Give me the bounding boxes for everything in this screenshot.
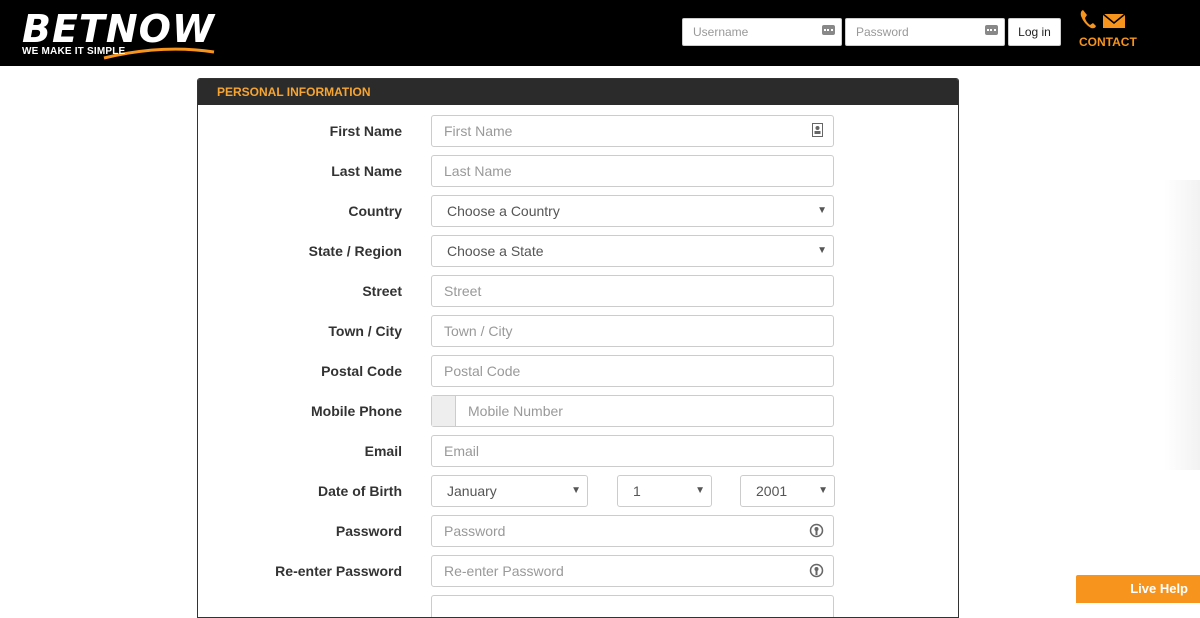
live-help-button[interactable]: Live Help	[1076, 575, 1200, 603]
first-name-row: First Name First Name	[198, 115, 958, 147]
email-label: Email	[364, 443, 402, 459]
password-row: Password Password	[198, 515, 958, 547]
contact-card-icon	[812, 123, 823, 137]
dob-month-value: January	[447, 483, 497, 499]
password-reveal-icon[interactable]	[809, 523, 824, 539]
town-label: Town / City	[328, 323, 402, 339]
first-name-input[interactable]: First Name	[431, 115, 834, 147]
dob-day-select[interactable]: 1 ▼	[617, 475, 712, 507]
dob-label: Date of Birth	[318, 483, 402, 499]
country-row: Country Choose a Country ▼	[198, 195, 958, 227]
first-name-placeholder: First Name	[444, 123, 513, 139]
personal-info-panel: PERSONAL INFORMATION First Name First Na…	[197, 78, 959, 618]
last-name-input[interactable]: Last Name	[431, 155, 834, 187]
dob-day-value: 1	[633, 483, 641, 499]
login-button[interactable]: Log in	[1008, 18, 1061, 46]
panel-title: PERSONAL INFORMATION	[198, 79, 958, 105]
mobile-label: Mobile Phone	[311, 403, 402, 419]
country-code-addon[interactable]	[432, 396, 456, 426]
contact-link[interactable]: CONTACT	[1076, 8, 1138, 52]
state-label: State / Region	[308, 243, 402, 259]
password-label: Password	[335, 523, 402, 539]
password-field[interactable]: Password	[431, 515, 834, 547]
email-placeholder: Email	[444, 443, 480, 459]
chevron-down-icon: ▼	[817, 245, 827, 256]
password-confirm-label: Re-enter Password	[275, 563, 402, 579]
postal-label: Postal Code	[321, 363, 402, 379]
chevron-down-icon: ▼	[818, 485, 828, 496]
email-row: Email Email	[198, 435, 958, 467]
postal-placeholder: Postal Code	[444, 363, 521, 379]
top-header: BETNOW WE MAKE IT SIMPLE Log in CONTACT	[0, 0, 1200, 66]
town-placeholder: Town / City	[444, 323, 513, 339]
last-name-placeholder: Last Name	[444, 163, 512, 179]
country-label: Country	[348, 203, 402, 219]
town-row: Town / City Town / City	[198, 315, 958, 347]
phone-mail-icon	[1080, 10, 1126, 29]
town-input[interactable]: Town / City	[431, 315, 834, 347]
last-name-row: Last Name Last Name	[198, 155, 958, 187]
dob-row: Date of Birth January ▼ 1 ▼ 2001 ▼	[198, 475, 958, 507]
mobile-input[interactable]: Mobile Number	[431, 395, 834, 427]
email-input[interactable]: Email	[431, 435, 834, 467]
postal-row: Postal Code Postal Code	[198, 355, 958, 387]
betnow-logo[interactable]: BETNOW WE MAKE IT SIMPLE	[22, 8, 222, 62]
next-row	[198, 595, 958, 617]
street-input[interactable]: Street	[431, 275, 834, 307]
street-row: Street Street	[198, 275, 958, 307]
state-select[interactable]: Choose a State ▼	[431, 235, 834, 267]
chevron-down-icon: ▼	[817, 205, 827, 216]
first-name-label: First Name	[329, 123, 402, 139]
country-value: Choose a Country	[447, 203, 560, 219]
dob-year-value: 2001	[756, 483, 788, 499]
password-placeholder: Password	[444, 523, 506, 539]
postal-code-input[interactable]: Postal Code	[431, 355, 834, 387]
state-value: Choose a State	[447, 243, 544, 259]
mobile-placeholder: Mobile Number	[468, 403, 563, 419]
street-label: Street	[362, 283, 402, 299]
password-confirm-placeholder: Re-enter Password	[444, 563, 564, 579]
state-row: State / Region Choose a State ▼	[198, 235, 958, 267]
username-input[interactable]	[682, 18, 842, 46]
page-edge-shadow	[1164, 180, 1200, 470]
dob-month-select[interactable]: January ▼	[431, 475, 588, 507]
street-placeholder: Street	[444, 283, 482, 299]
chevron-down-icon: ▼	[571, 485, 581, 496]
password-confirm-row: Re-enter Password Re-enter Password	[198, 555, 958, 587]
last-name-label: Last Name	[331, 163, 402, 179]
chevron-down-icon: ▼	[695, 485, 705, 496]
mobile-row: Mobile Phone Mobile Number	[198, 395, 958, 427]
contact-label: CONTACT	[1079, 35, 1137, 49]
country-select[interactable]: Choose a Country ▼	[431, 195, 834, 227]
keyboard-icon[interactable]	[822, 25, 835, 35]
logo-tagline: WE MAKE IT SIMPLE	[22, 46, 126, 57]
dob-year-select[interactable]: 2001 ▼	[740, 475, 835, 507]
keyboard-icon[interactable]	[985, 25, 998, 35]
next-field[interactable]	[431, 595, 834, 617]
password-input[interactable]	[845, 18, 1005, 46]
password-confirm-field[interactable]: Re-enter Password	[431, 555, 834, 587]
password-reveal-icon[interactable]	[809, 563, 824, 579]
